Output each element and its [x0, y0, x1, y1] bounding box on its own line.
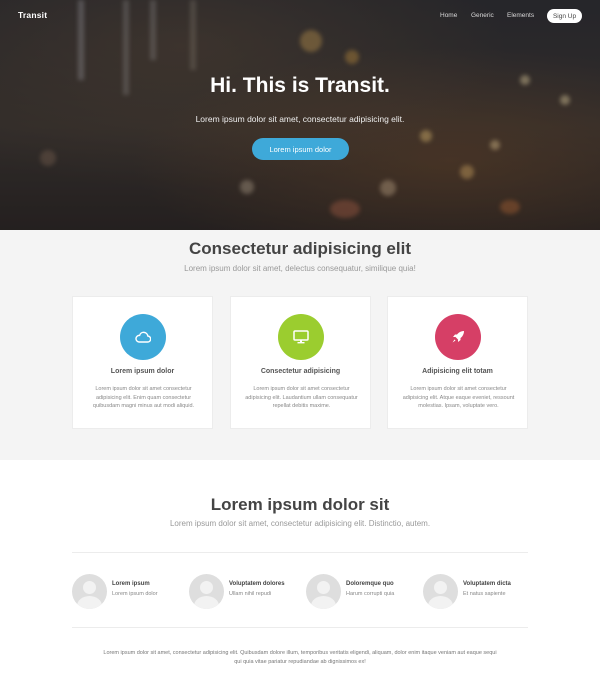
- card-title: Adipisicing elit totam: [422, 368, 493, 375]
- member-name: Voluptatem dolores: [229, 581, 285, 587]
- section-subtitle: Lorem ipsum dolor sit amet, consectetur …: [169, 519, 431, 528]
- team-section: Lorem ipsum dolor sit Lorem ipsum dolor …: [0, 460, 600, 678]
- avatar: [189, 574, 224, 609]
- features-title: Consectetur adipisicing elit: [189, 239, 411, 258]
- hero-subtitle: Lorem ipsum dolor sit amet, consectetur …: [195, 114, 405, 124]
- signup-button[interactable]: Sign Up: [547, 9, 582, 23]
- member-role: Et natus sapiente: [463, 591, 506, 597]
- hero-title: Hi. This is Transit.: [210, 74, 390, 97]
- card-text: Lorem ipsum dolor sit amet consectetur a…: [402, 386, 515, 409]
- monitor-icon: [278, 314, 324, 360]
- team-member: Doloremque quo Harum corrupti quia: [306, 574, 422, 612]
- team-member: Lorem ipsum Lorem ipsum dolor: [72, 574, 188, 612]
- member-role: Ullam nihil repudi: [229, 591, 272, 597]
- features-subtitle: Lorem ipsum dolor sit amet, delectus con…: [184, 264, 416, 273]
- avatar: [423, 574, 458, 609]
- avatar: [72, 574, 107, 609]
- team-member: Voluptatem dolores Ullam nihil repudi: [189, 574, 305, 612]
- nav-link-generic[interactable]: Generic: [471, 12, 494, 19]
- avatar: [306, 574, 341, 609]
- feature-card: Consectetur adipisicing Lorem ipsum dolo…: [230, 296, 371, 429]
- member-name: Lorem ipsum: [112, 581, 150, 587]
- features-section: Consectetur adipisicing elit Lorem ipsum…: [0, 230, 600, 460]
- member-role: Harum corrupti quia: [346, 591, 395, 597]
- nav-link-elements[interactable]: Elements: [507, 12, 534, 19]
- rocket-icon: [435, 314, 481, 360]
- nav-link-home[interactable]: Home: [440, 12, 457, 19]
- card-title: Lorem ipsum dolor: [110, 368, 175, 375]
- member-name: Doloremque quo: [346, 581, 394, 587]
- hero-banner: Transit Home Generic Elements Sign Up Hi…: [0, 0, 600, 230]
- card-title: Consectetur adipisicing: [260, 368, 341, 375]
- team-member: Voluptatem dicta Et natus sapiente: [423, 574, 539, 612]
- member-name: Voluptatem dicta: [463, 581, 511, 587]
- section-title: Lorem ipsum dolor sit: [210, 495, 390, 514]
- footer-paragraph: Lorem ipsum dolor sit amet, consectetur …: [103, 650, 497, 665]
- member-role: Lorem ipsum dolor: [112, 591, 158, 597]
- hero-cta-button[interactable]: Lorem ipsum dolor: [252, 138, 349, 160]
- brand-logo[interactable]: Transit: [18, 10, 47, 20]
- divider: [72, 627, 528, 628]
- card-text: Lorem ipsum dolor sit amet consectetur a…: [245, 386, 358, 409]
- feature-card: Adipisicing elit totam Lorem ipsum dolor…: [387, 296, 528, 429]
- feature-card: Lorem ipsum dolor Lorem ipsum dolor sit …: [72, 296, 213, 429]
- divider: [72, 552, 528, 553]
- cloud-icon: [120, 314, 166, 360]
- card-text: Lorem ipsum dolor sit amet consectetur a…: [92, 386, 195, 409]
